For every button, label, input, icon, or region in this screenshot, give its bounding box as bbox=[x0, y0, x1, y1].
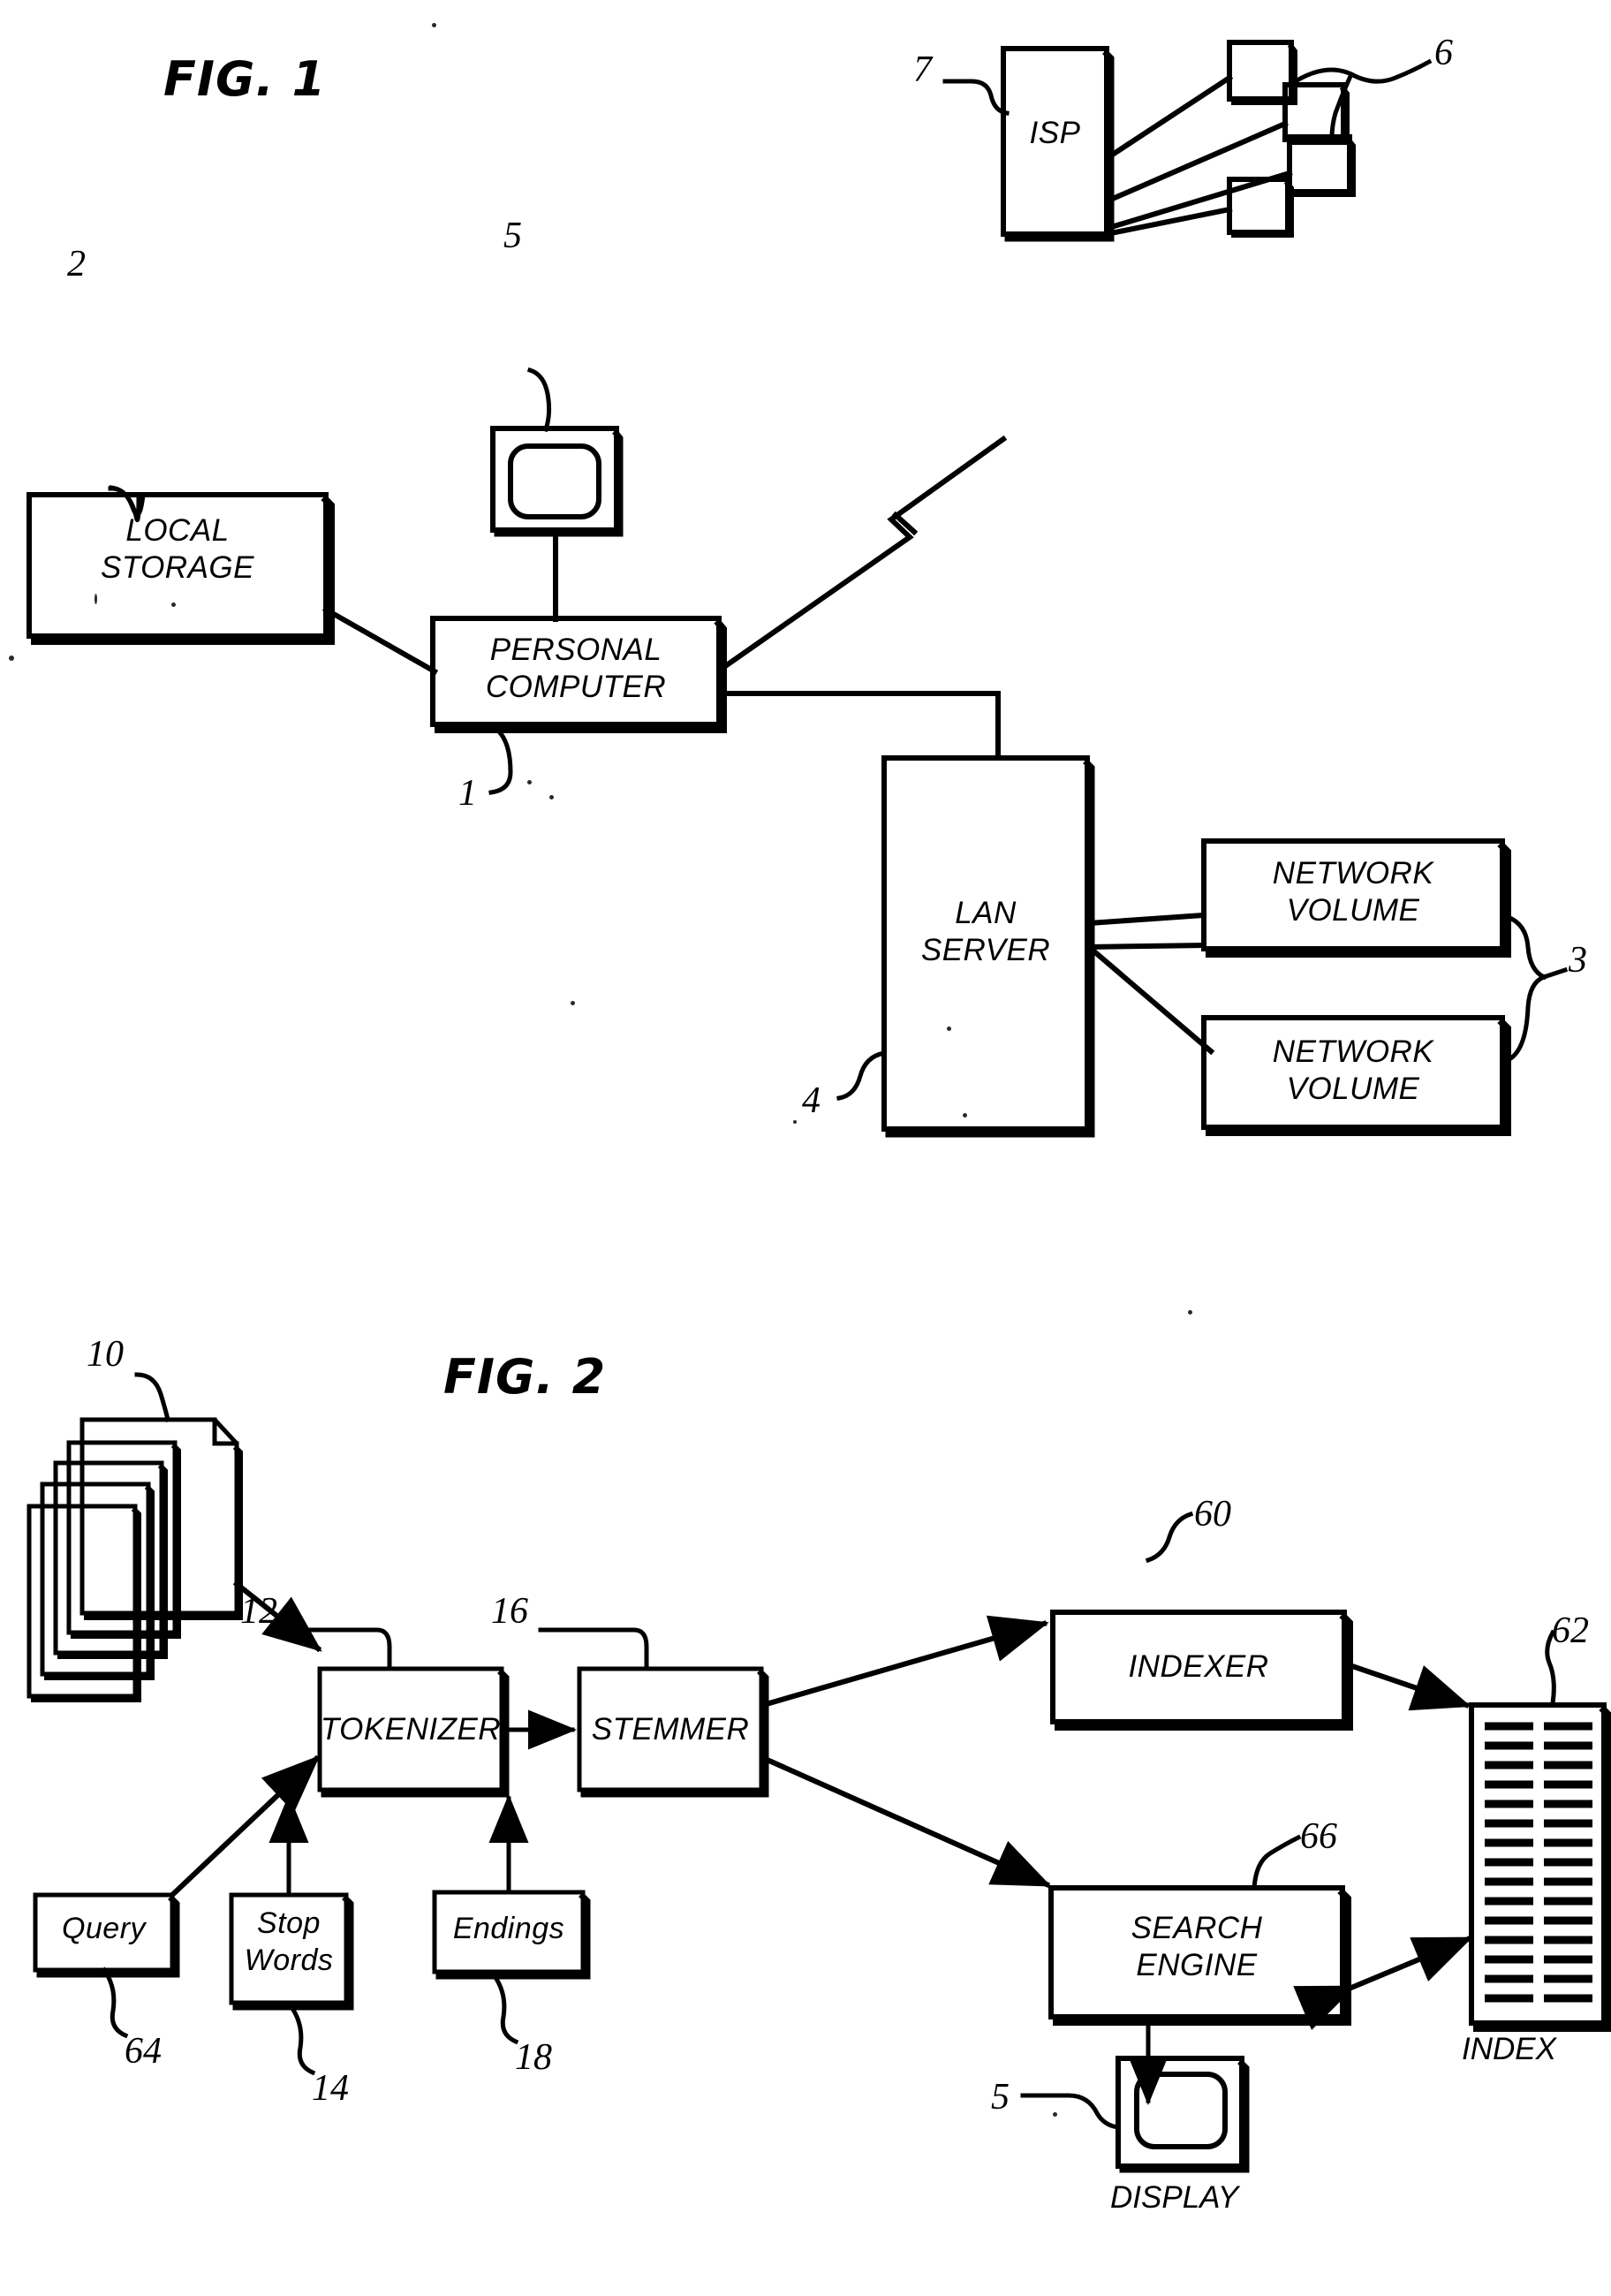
ref-numeral-62: 62 bbox=[1552, 1610, 1589, 1651]
scan-speck bbox=[947, 1027, 951, 1031]
monitor-screen-fig1 bbox=[508, 443, 601, 519]
scan-speck bbox=[527, 780, 532, 784]
ref-numeral-5-display: 5 bbox=[991, 2077, 1010, 2118]
scan-speck bbox=[9, 655, 14, 661]
stemmer-label: STEMMER bbox=[591, 1712, 750, 1747]
figure-1-title: FIG. 1 bbox=[163, 51, 327, 107]
scan-speck bbox=[1053, 2112, 1057, 2117]
ref-numeral-1: 1 bbox=[458, 773, 477, 814]
stop-words-label: Stop Words bbox=[244, 1906, 334, 1977]
isp-label: ISP bbox=[1029, 116, 1081, 150]
indexer-label: INDEXER bbox=[1128, 1649, 1269, 1684]
index-caption: INDEX bbox=[1462, 2032, 1556, 2066]
ref-numeral-2: 2 bbox=[67, 244, 86, 284]
ref-numeral-66: 66 bbox=[1300, 1816, 1337, 1857]
ref-numeral-12: 12 bbox=[240, 1591, 277, 1632]
scan-speck bbox=[793, 1120, 797, 1124]
scan-speck bbox=[432, 23, 436, 27]
scan-speck bbox=[171, 602, 176, 607]
ref-numeral-7: 7 bbox=[913, 49, 932, 90]
ref-numeral-10: 10 bbox=[87, 1334, 124, 1375]
scan-speck bbox=[1188, 1310, 1192, 1315]
scan-speck bbox=[571, 1001, 575, 1005]
ref-numeral-60: 60 bbox=[1194, 1494, 1231, 1534]
personal-computer-label: PERSONAL COMPUTER bbox=[485, 633, 667, 704]
ref-numeral-5-monitor: 5 bbox=[503, 216, 522, 256]
document-sheet-4 bbox=[40, 1481, 151, 1677]
remote-client-1 bbox=[1227, 40, 1294, 102]
scan-speck bbox=[963, 1113, 967, 1118]
network-volume-2-label: NETWORK VOLUME bbox=[1272, 1034, 1434, 1106]
query-label: Query bbox=[61, 1912, 147, 1945]
local-storage-label: LOCAL STORAGE bbox=[100, 513, 254, 585]
document-sheet-3 bbox=[53, 1460, 164, 1656]
patent-drawing-sheet: FIG. 1 LOCAL STORAGE PERSONAL COMPUTER I… bbox=[0, 0, 1611, 2296]
scan-speck bbox=[95, 594, 97, 604]
network-volume-1-label: NETWORK VOLUME bbox=[1272, 856, 1434, 928]
figure-2-title: FIG. 2 bbox=[443, 1349, 607, 1405]
ref-numeral-4: 4 bbox=[802, 1080, 821, 1121]
index-content-lines bbox=[1485, 1722, 1592, 2003]
remote-client-3 bbox=[1287, 134, 1352, 194]
lan-server-label: LAN SERVER bbox=[920, 896, 1051, 967]
ref-numeral-3: 3 bbox=[1569, 940, 1587, 981]
ref-numeral-14: 14 bbox=[312, 2068, 349, 2109]
ref-numeral-18: 18 bbox=[515, 2037, 552, 2078]
ref-numeral-16: 16 bbox=[491, 1591, 528, 1632]
display-caption: DISPLAY bbox=[1110, 2180, 1239, 2215]
document-sheet-2 bbox=[66, 1440, 178, 1635]
endings-label: Endings bbox=[452, 1912, 565, 1945]
search-engine-label: SEARCH ENGINE bbox=[1131, 1911, 1263, 1982]
scan-speck bbox=[549, 795, 554, 799]
tokenizer-label: TOKENIZER bbox=[320, 1712, 502, 1747]
ref-numeral-64: 64 bbox=[125, 2031, 162, 2072]
ref-numeral-6: 6 bbox=[1434, 33, 1453, 73]
